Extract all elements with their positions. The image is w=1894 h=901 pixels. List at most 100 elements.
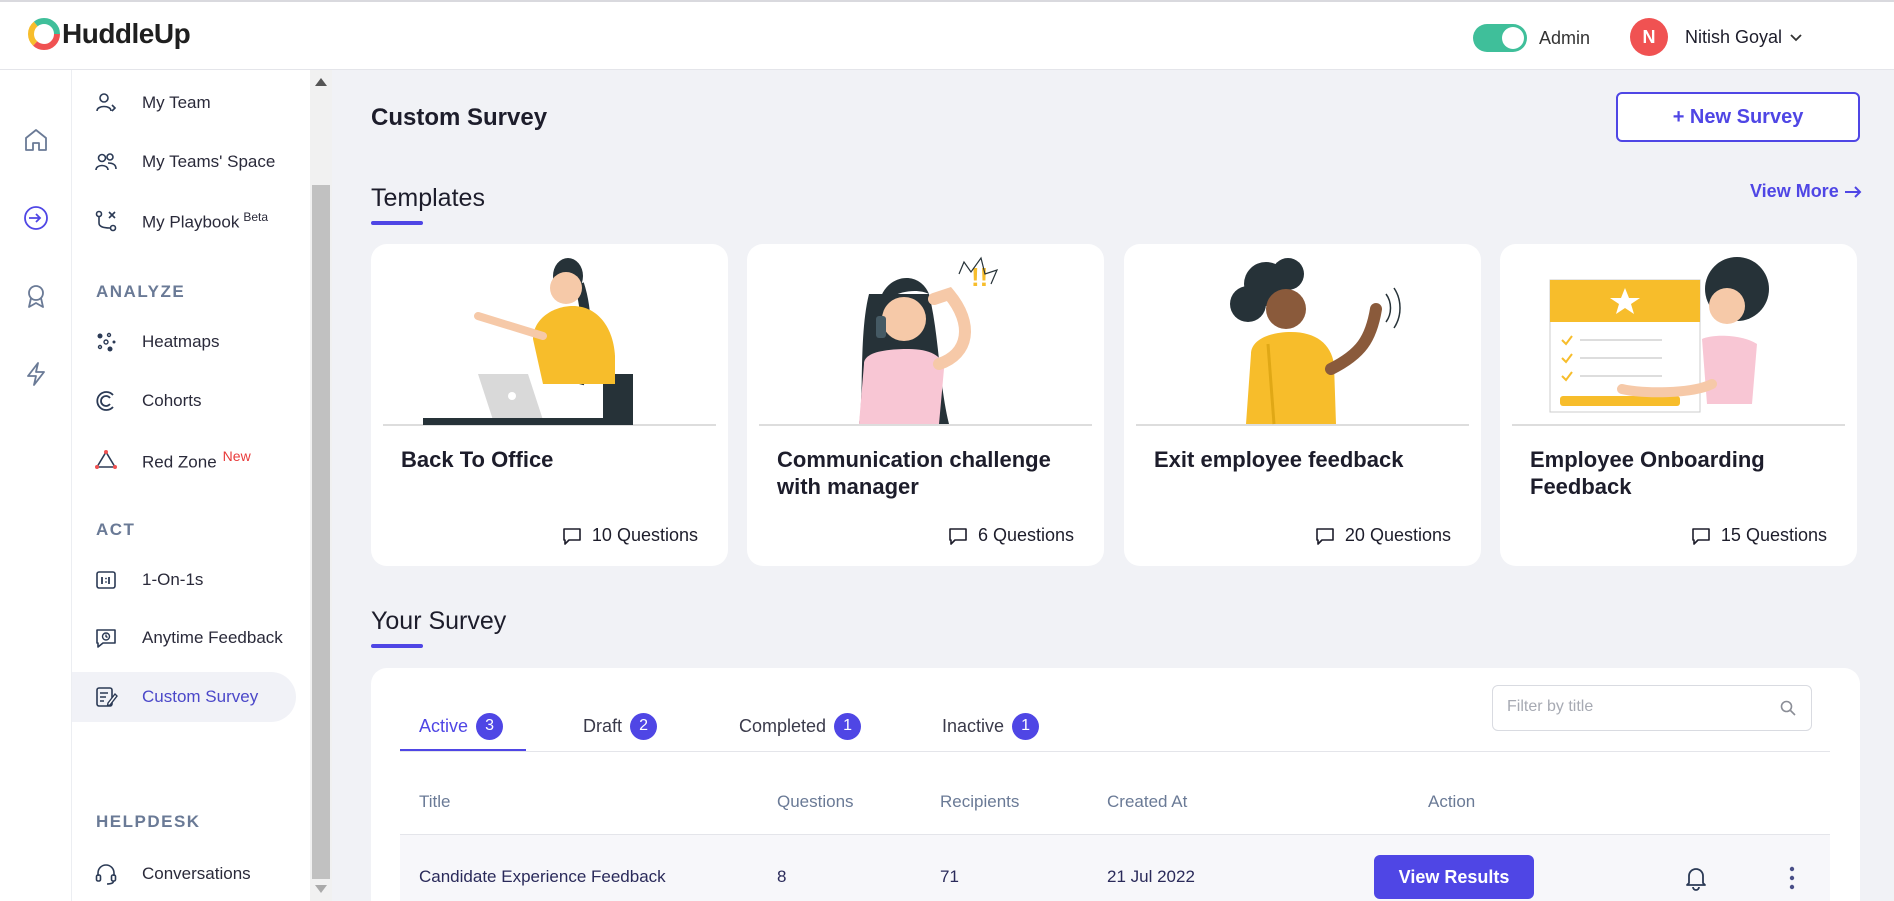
- beta-badge: Beta: [243, 209, 269, 224]
- sidebar-item-label: 1-On-1s: [142, 570, 204, 589]
- template-card-employee-onboarding-feedback[interactable]: Employee Onboarding Feedback 15 Question…: [1500, 244, 1857, 566]
- sign-in-icon[interactable]: [22, 204, 50, 232]
- scroll-down-arrow[interactable]: [315, 885, 327, 893]
- red-zone-icon: [95, 450, 117, 469]
- survey-questions: 8: [777, 867, 787, 886]
- survey-title[interactable]: Candidate Experience Feedback: [419, 867, 666, 887]
- sidebar-item-label: My Team: [142, 93, 211, 112]
- tab-count-badge: 3: [476, 712, 504, 740]
- template-question-count: 10 Questions: [562, 525, 698, 546]
- one-on-one-icon: [96, 571, 116, 589]
- svg-text:!!: !!: [971, 262, 988, 292]
- scroll-thumb[interactable]: [312, 185, 330, 879]
- lightning-icon[interactable]: [22, 360, 50, 388]
- sidebar-item-label: Anytime Feedback: [142, 628, 283, 647]
- filter-by-title-input[interactable]: [1507, 698, 1767, 716]
- comment-icon: [563, 527, 581, 545]
- toggle-knob: [1502, 27, 1524, 49]
- tab-completed[interactable]: Completed 1: [739, 712, 862, 740]
- templates-heading: Templates: [371, 184, 485, 212]
- sidebar-item-my-team[interactable]: My Team: [72, 78, 296, 128]
- column-header-created-at: Created At: [1107, 792, 1188, 811]
- huddleup-logo-icon: [28, 18, 60, 50]
- more-options-icon[interactable]: [1780, 864, 1804, 892]
- tab-count-badge: 1: [1012, 712, 1040, 740]
- sidebar-item-anytime-feedback[interactable]: Anytime Feedback: [72, 613, 296, 663]
- award-icon[interactable]: [22, 282, 50, 310]
- tab-active[interactable]: Active 3: [419, 712, 504, 740]
- exit-employee-illustration: [1136, 258, 1469, 426]
- comment-icon: [949, 527, 967, 545]
- templates-heading-underline: [371, 221, 423, 225]
- comment-icon: [1316, 527, 1334, 545]
- huddleup-logo[interactable]: HuddleUp: [28, 18, 191, 50]
- template-card-exit-employee-feedback[interactable]: Exit employee feedback 20 Questions: [1124, 244, 1481, 566]
- home-icon[interactable]: [22, 126, 50, 154]
- template-card-back-to-office[interactable]: Back To Office 10 Questions: [371, 244, 728, 566]
- survey-created-at: 21 Jul 2022: [1107, 867, 1195, 886]
- sidebar-item-one-on-ones[interactable]: 1-On-1s: [72, 555, 296, 605]
- template-card-communication-challenge[interactable]: !! Communication challenge with manager …: [747, 244, 1104, 566]
- column-header-questions: Questions: [777, 792, 854, 811]
- app-header: HuddleUp Admin N Nitish Goyal: [0, 0, 1894, 70]
- column-header-action: Action: [1428, 792, 1476, 811]
- back-to-office-illustration: [383, 258, 716, 426]
- heatmap-icon: [97, 332, 116, 352]
- sidebar-item-red-zone[interactable]: Red Zone New: [72, 435, 296, 485]
- feedback-icon: [96, 629, 116, 648]
- sidebar-item-label: My Teams' Space: [142, 152, 276, 171]
- chevron-down-icon[interactable]: [1788, 29, 1804, 45]
- admin-toggle[interactable]: [1473, 24, 1527, 52]
- tab-count-badge: 1: [834, 712, 862, 740]
- sidebar-item-label: Heatmaps: [142, 332, 220, 351]
- sidebar-item-my-teams-space[interactable]: My Teams' Space: [72, 137, 296, 187]
- new-survey-button[interactable]: + New Survey: [1616, 92, 1860, 142]
- template-title: Employee Onboarding Feedback: [1530, 447, 1765, 499]
- column-header-title: Title: [419, 792, 451, 811]
- communication-challenge-illustration: !!: [759, 256, 1092, 426]
- sidebar-item-label: Red Zone New: [142, 447, 251, 472]
- survey-panel: Active 3 Draft 2 Completed 1 Inactive 1 …: [371, 668, 1860, 901]
- view-more-label: View More: [1750, 181, 1839, 201]
- sidebar-item-label: My Playbook Beta: [142, 209, 269, 232]
- column-header-recipients: Recipients: [940, 792, 1020, 811]
- sidebar-scrollbar[interactable]: [310, 70, 332, 901]
- template-question-count: 6 Questions: [948, 525, 1074, 546]
- comment-icon: [1692, 527, 1710, 545]
- sidebar-item-conversations[interactable]: Conversations: [72, 849, 296, 899]
- tab-draft[interactable]: Draft 2: [583, 712, 658, 740]
- admin-label: Admin: [1539, 28, 1591, 48]
- sidebar: My Team My Teams' Space My Playbook Beta …: [72, 70, 310, 901]
- search-icon[interactable]: [1779, 699, 1797, 717]
- your-survey-heading: Your Survey: [371, 607, 507, 635]
- template-title: Communication challenge with manager: [777, 447, 1051, 499]
- tab-count-badge: 2: [630, 712, 658, 740]
- sidebar-item-heatmaps[interactable]: Heatmaps: [72, 317, 296, 367]
- sidebar-item-my-playbook[interactable]: My Playbook Beta: [72, 196, 296, 246]
- template-question-count: 15 Questions: [1691, 525, 1827, 546]
- logo-text: HuddleUp: [62, 18, 191, 49]
- your-survey-heading-underline: [371, 644, 423, 648]
- scroll-up-arrow[interactable]: [315, 78, 327, 86]
- user-name[interactable]: Nitish Goyal: [1685, 27, 1782, 48]
- sidebar-item-label: Custom Survey: [142, 687, 259, 706]
- icon-rail: [0, 70, 72, 901]
- sidebar-item-custom-survey[interactable]: Custom Survey: [72, 672, 296, 722]
- avatar[interactable]: N: [1630, 18, 1668, 56]
- tab-divider: [400, 751, 1830, 752]
- sidebar-item-cohorts[interactable]: Cohorts: [72, 376, 296, 426]
- filter-box: [1492, 685, 1812, 731]
- new-badge: New: [222, 447, 251, 464]
- page-title: Custom Survey: [371, 104, 548, 131]
- team-user-icon: [96, 93, 117, 112]
- playbook-icon: [95, 210, 117, 232]
- view-more-link[interactable]: View More: [1750, 181, 1863, 202]
- headset-icon: [95, 864, 117, 885]
- template-title: Exit employee feedback: [1154, 447, 1404, 472]
- tab-inactive[interactable]: Inactive 1: [942, 712, 1040, 740]
- view-results-button[interactable]: View Results: [1374, 855, 1534, 899]
- survey-icon: [96, 687, 118, 707]
- team-space-icon: [95, 153, 117, 171]
- bell-icon[interactable]: [1682, 864, 1710, 892]
- employee-onboarding-illustration: [1512, 257, 1845, 426]
